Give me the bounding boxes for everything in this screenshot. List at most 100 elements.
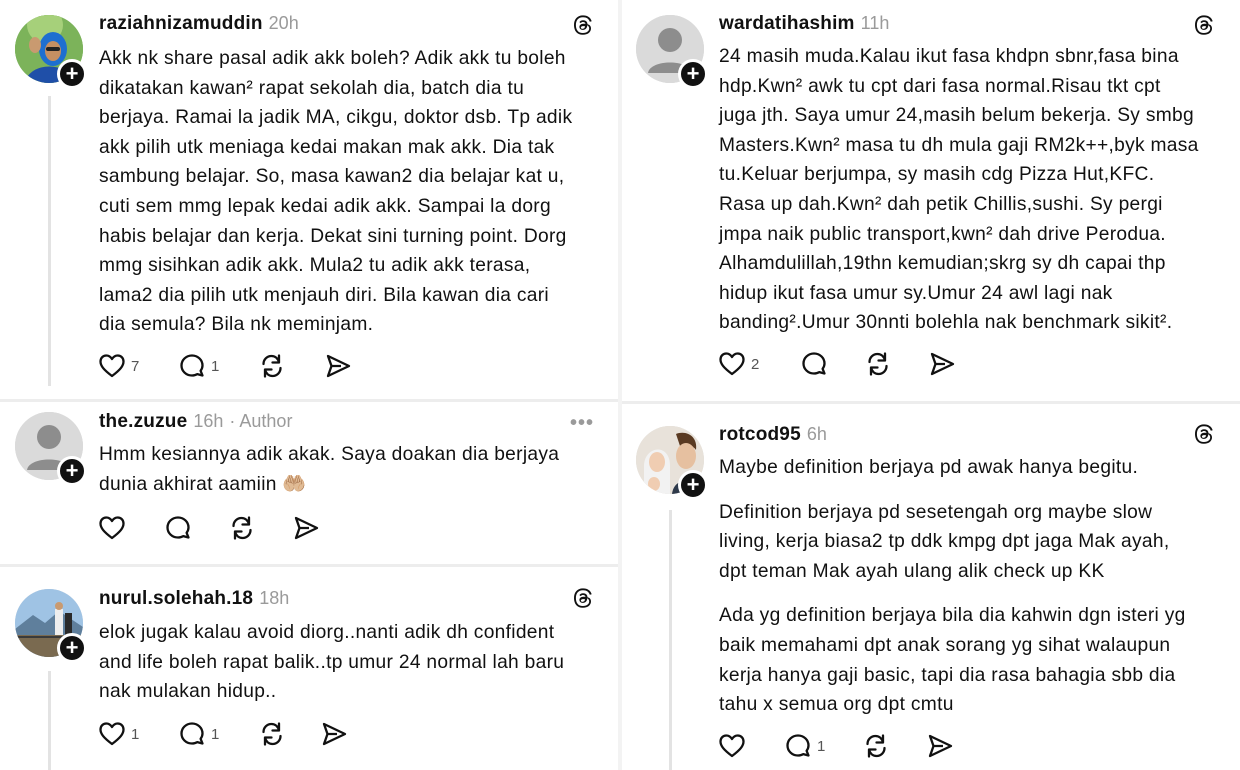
thread-line [48, 96, 51, 386]
reply-post-the-zuzue: + the.zuzue 16h · Author ••• Hmm kesiann… [0, 402, 618, 560]
heart-icon [99, 722, 125, 746]
comment-icon [180, 354, 204, 377]
action-bar: 2 [717, 349, 967, 379]
repost-button[interactable] [257, 719, 319, 749]
body-line: juga jth. Saya umur 24,masih belum beker… [719, 105, 1194, 127]
comment-icon [802, 352, 826, 375]
share-button[interactable] [927, 349, 967, 379]
like-count: 2 [751, 355, 760, 373]
action-bar [97, 513, 331, 543]
threads-logo-icon [1195, 15, 1213, 35]
repost-button[interactable] [863, 349, 927, 379]
action-bar: 1 1 [97, 719, 359, 749]
username[interactable]: nurul.solehah.18 [99, 588, 253, 610]
timestamp: 11h [860, 13, 890, 33]
timestamp: 6h [806, 424, 827, 444]
repost-icon [868, 352, 888, 376]
comment-icon [166, 516, 190, 539]
repost-button[interactable] [257, 351, 323, 381]
like-button[interactable] [717, 731, 783, 761]
body-line: Akk nk share pasal adik akk boleh? Adik … [99, 48, 566, 69]
repost-icon [262, 354, 282, 378]
more-options-icon[interactable]: ••• [570, 412, 594, 435]
avatar-nurul-solehah-18[interactable]: + [15, 589, 87, 663]
body-line: living, kerja biasa2 tp ddk kmpg dpt jag… [719, 531, 1170, 553]
body-line: jmpa naik public transport,kwn² dah driv… [719, 223, 1166, 245]
follow-plus-icon[interactable]: + [678, 59, 708, 89]
action-bar: 7 1 [97, 351, 363, 381]
like-button[interactable]: 2 [717, 349, 799, 379]
comment-icon [180, 722, 204, 745]
repost-button[interactable] [861, 731, 925, 761]
send-icon [930, 352, 955, 376]
like-button[interactable] [97, 513, 163, 543]
body-line: sambung belajar. So, masa kawan2 dia bel… [99, 166, 565, 188]
share-button[interactable] [925, 731, 965, 761]
reply-button[interactable] [163, 513, 227, 543]
body-line: lama2 dia pilih utk menjauh diri. Bila k… [99, 284, 549, 306]
body-line: hdp.Kwn² awk tu cpt dari fasa normal.Ris… [719, 75, 1161, 97]
body-line: nak mulakan hidup.. [99, 681, 277, 703]
post-body: elok jugak kalau avoid diorg..nanti adik… [99, 618, 564, 707]
heart-icon [99, 354, 125, 378]
post-header: nurul.solehah.18 18h [99, 588, 289, 610]
body-line: berjaya. Ramai la jadik MA, cikgu, dokto… [99, 107, 573, 129]
username[interactable]: rotcod95 [719, 424, 801, 446]
body-line: tu.Keluar berjumpa, sy masih cdg Pizza H… [719, 164, 1155, 186]
post-header: wardatihashim 11h [719, 13, 889, 35]
avatar-raziahnizamuddin[interactable]: + [15, 15, 87, 89]
body-line: Rasa up dah.Kwn² dah petik Chillis,sushi… [719, 193, 1163, 215]
follow-plus-icon[interactable]: + [57, 456, 87, 486]
share-button[interactable] [323, 351, 363, 381]
like-button[interactable]: 7 [97, 351, 177, 381]
threads-logo-icon [1195, 424, 1213, 444]
reply-post-wardatihashim: + wardatihashim 11h 24 masih muda.Kalau … [622, 0, 1240, 400]
username[interactable]: wardatihashim [719, 13, 855, 35]
body-line: dia semula? Bila nk meminjam. [99, 314, 374, 336]
post-header: rotcod95 6h [719, 424, 827, 446]
reply-button[interactable]: 1 [177, 351, 257, 381]
timestamp: 20h [268, 13, 299, 33]
left-column: + raziahnizamuddin 20h Akk nk share pasa… [0, 0, 618, 770]
body-line: akk pilih utk meniaga kedai makan mak ak… [99, 136, 555, 158]
share-button[interactable] [319, 719, 359, 749]
body-line: baik memahami dpt anak sorang yg sihat w… [719, 634, 1171, 656]
body-line: Definition berjaya pd sesetengah org may… [719, 501, 1153, 523]
body-line: cuti sem mmg lepak kedai adik akk. Sampa… [99, 195, 551, 217]
post-header: raziahnizamuddin 20h [99, 13, 299, 35]
follow-plus-icon[interactable]: + [57, 633, 87, 663]
body-line: Hmm kesiannya adik akak. Saya doakan dia… [99, 444, 560, 465]
heart-icon [719, 734, 745, 758]
reply-button[interactable]: 1 [177, 719, 257, 749]
reply-button[interactable]: 1 [783, 731, 861, 761]
threads-logo-icon [574, 15, 592, 35]
avatar-the-zuzue[interactable]: + [15, 412, 87, 486]
follow-plus-icon[interactable]: + [678, 470, 708, 500]
body-line: banding².Umur 30nnti bolehla nak benchma… [719, 312, 1173, 334]
repost-button[interactable] [227, 513, 291, 543]
reply-count: 1 [211, 725, 220, 743]
reply-count: 1 [211, 357, 220, 375]
reply-post-nurul-solehah-18: + nurul.solehah.18 18h elok jugak kalau … [0, 567, 618, 770]
body-line: 24 masih muda.Kalau ikut fasa khdpn sbnr… [719, 46, 1179, 67]
reply-post-raziahnizamuddin: + raziahnizamuddin 20h Akk nk share pasa… [0, 0, 618, 400]
body-line: and life boleh rapat balik..tp umur 24 n… [99, 651, 565, 673]
username[interactable]: raziahnizamuddin [99, 13, 263, 35]
right-column: + wardatihashim 11h 24 masih muda.Kalau … [622, 0, 1240, 770]
body-line: dpt teman Mak ayah ulang alik check up K… [719, 560, 1105, 582]
body-line: Ada yg definition berjaya bila dia kahwi… [719, 605, 1186, 627]
timestamp: 18h [259, 588, 290, 608]
share-button[interactable] [291, 513, 331, 543]
threads-logo-icon [574, 588, 592, 608]
username[interactable]: the.zuzue [99, 411, 187, 433]
follow-plus-icon[interactable]: + [57, 59, 87, 89]
avatar-wardatihashim[interactable]: + [636, 15, 708, 89]
comment-icon [786, 734, 810, 757]
repost-icon [232, 516, 252, 540]
body-line: habis belajar dan kerja. Dekat sini turn… [99, 225, 567, 247]
reply-button[interactable] [799, 349, 863, 379]
like-button[interactable]: 1 [97, 719, 177, 749]
heart-icon [719, 352, 745, 376]
timestamp: 16h [193, 411, 224, 431]
avatar-rotcod95[interactable]: + [636, 426, 708, 500]
